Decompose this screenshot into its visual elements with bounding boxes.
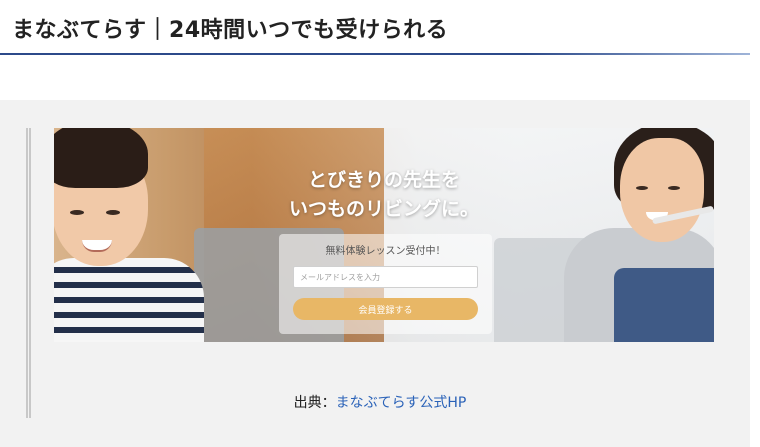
section-title: まなぶてらす｜24時間いつでも受けられる: [12, 18, 449, 43]
email-field[interactable]: [293, 266, 478, 288]
boy-striped-shirt: [54, 258, 204, 342]
banner-headline: とびきりの先生を いつものリビングに。: [54, 166, 714, 224]
quote-bar: [26, 128, 31, 418]
banner-headline-line1: とびきりの先生を: [307, 169, 460, 191]
citation-link[interactable]: まなぶてらす公式HP: [336, 395, 467, 411]
hero-banner-image[interactable]: とびきりの先生を いつものリビングに。 無料体験レッスン受付中！ 会員登録する: [54, 128, 714, 342]
citation-prefix: 出典：: [293, 395, 336, 411]
section-heading: まなぶてらす｜24時間いつでも受けられる: [0, 0, 750, 55]
girl-overalls: [614, 268, 714, 342]
signup-card: 無料体験レッスン受付中！ 会員登録する: [279, 234, 492, 334]
citation: 出典：まなぶてらす公式HP: [0, 392, 760, 412]
heading-underline: [0, 53, 750, 55]
banner-headline-line2: いつものリビングに。: [288, 198, 479, 220]
signup-heading: 無料体験レッスン受付中！: [325, 246, 446, 257]
boy-smile: [82, 240, 112, 252]
register-button[interactable]: 会員登録する: [293, 298, 478, 320]
